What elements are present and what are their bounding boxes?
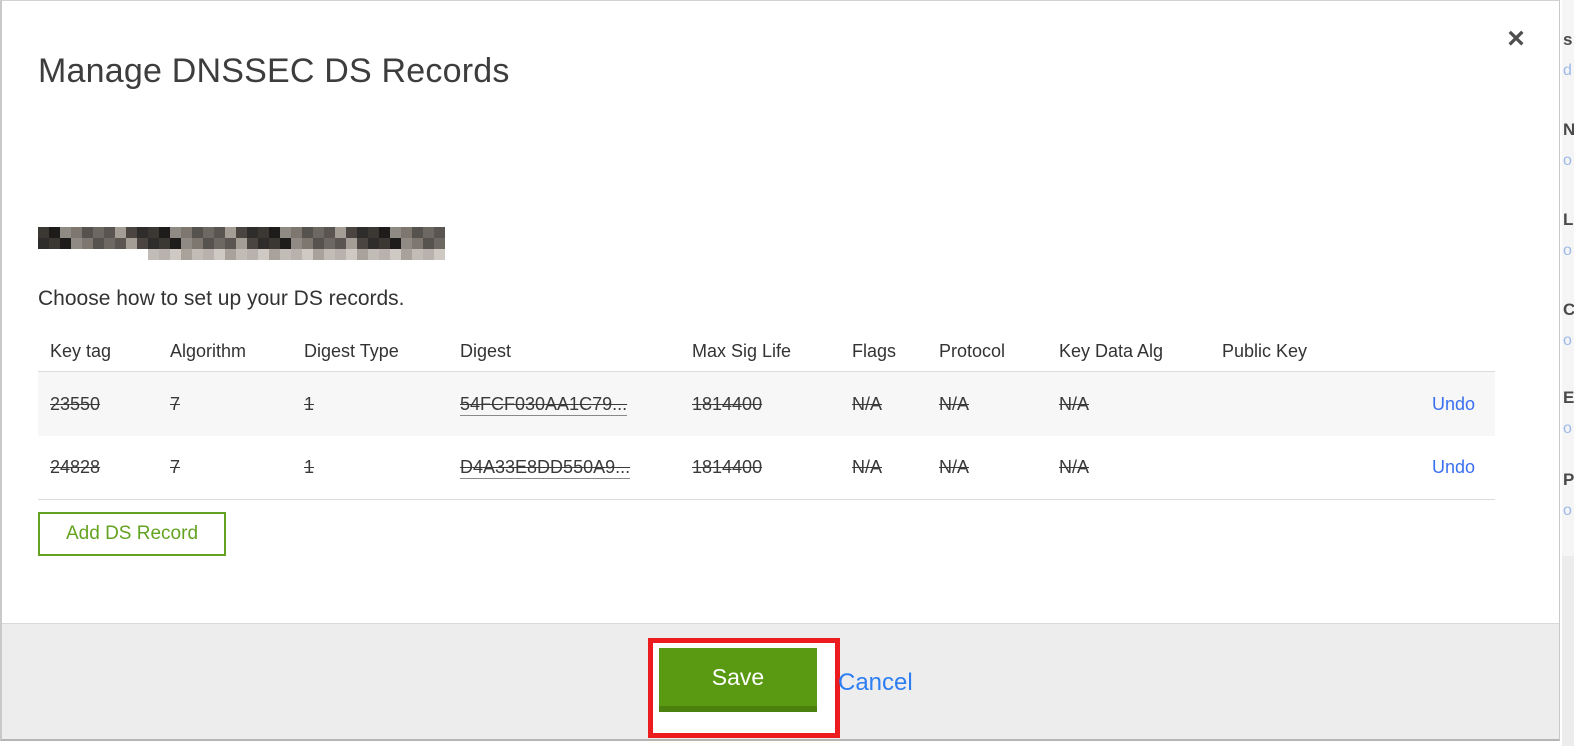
cell-max-sig-life: 1814400 [692, 457, 763, 477]
subtitle-text: Choose how to set up your DS records. [38, 287, 405, 310]
add-ds-record-button[interactable]: Add DS Record [38, 512, 227, 556]
column-header-key-tag: Key tag [50, 340, 112, 361]
column-header-key-data-alg: Key Data Alg [1059, 340, 1164, 361]
redacted-domain-name [38, 227, 446, 263]
cell-key-data-alg: N/A [1059, 393, 1090, 414]
cell-key-data-alg: N/A [1059, 457, 1090, 477]
cell-actions: Undo [1372, 394, 1475, 415]
undo-link[interactable]: Undo [1432, 394, 1475, 414]
cancel-link[interactable]: Cancel [838, 669, 913, 697]
column-header-max-sig-life: Max Sig Life [692, 340, 792, 361]
cell-protocol: N/A [939, 393, 970, 414]
save-button[interactable]: Save [659, 648, 817, 712]
cell-algorithm: 7 [170, 457, 181, 477]
column-header-flags: Flags [852, 340, 897, 361]
table-row: 24828 7 1 D4A33E8DD550A9... 1814400 N/A … [38, 436, 1495, 500]
background-page-strip: sdNoLoCoEoPo [1562, 0, 1574, 746]
cell-max-sig-life: 1814400 [692, 393, 763, 414]
manage-dnssec-modal: Manage DNSSEC DS Records × Choose how to… [0, 0, 1560, 741]
cell-digest-type: 1 [304, 393, 315, 414]
column-header-public-key: Public Key [1222, 340, 1308, 361]
cell-flags: N/A [852, 457, 883, 477]
cell-algorithm: 7 [170, 393, 181, 414]
cell-key-tag: 23550 [50, 393, 101, 414]
page-title: Manage DNSSEC DS Records [38, 51, 510, 90]
table-header-row: Key tag Algorithm Digest Type Digest Max… [38, 331, 1495, 372]
column-header-digest-type: Digest Type [304, 340, 399, 361]
background-page-footer [1562, 556, 1574, 746]
cell-actions: Undo [1372, 457, 1475, 478]
annotation-highlight-box: Save [648, 638, 840, 738]
cell-digest-type: 1 [304, 457, 315, 477]
cell-key-tag: 24828 [50, 457, 101, 477]
ds-records-table: Key tag Algorithm Digest Type Digest Max… [38, 331, 1495, 500]
column-header-digest: Digest [460, 340, 512, 361]
column-header-protocol: Protocol [939, 340, 1006, 361]
table-row: 23550 7 1 54FCF030AA1C79... 1814400 N/A … [38, 372, 1495, 436]
undo-link[interactable]: Undo [1432, 457, 1475, 477]
cell-digest: D4A33E8DD550A9... [460, 457, 631, 479]
cell-flags: N/A [852, 393, 883, 414]
close-icon[interactable]: × [1498, 21, 1534, 57]
cell-digest: 54FCF030AA1C79... [460, 393, 628, 416]
cell-protocol: N/A [939, 457, 970, 477]
column-header-algorithm: Algorithm [170, 340, 247, 361]
